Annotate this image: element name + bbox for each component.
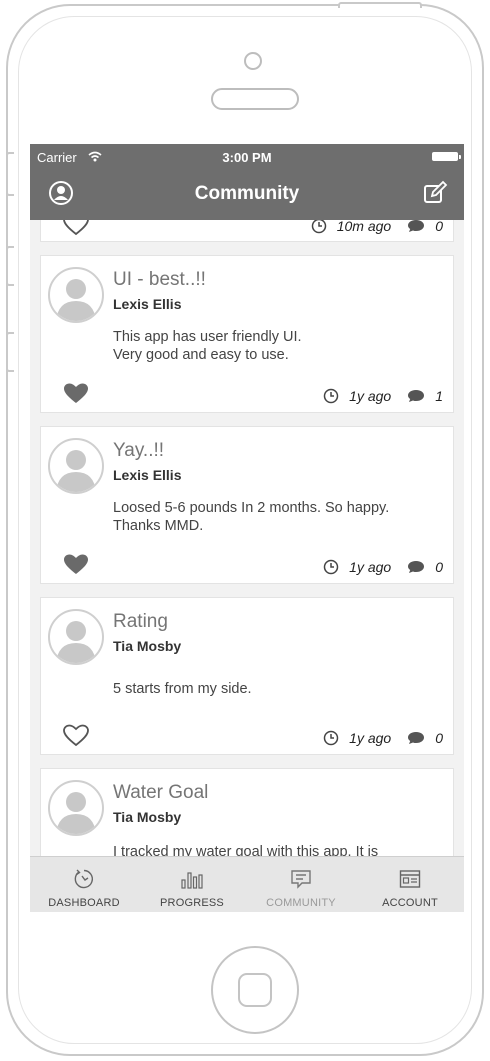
- community-icon: [291, 870, 311, 889]
- post-body-line: This app has user friendly UI.: [113, 329, 302, 345]
- post-card[interactable]: Yay..!! Lexis Ellis Loosed 5-6 pounds In…: [40, 426, 454, 584]
- compose-icon[interactable]: [422, 180, 448, 206]
- post-card[interactable]: 10m ago 0: [40, 220, 454, 242]
- comment-count: 0: [435, 220, 443, 234]
- comment-icon[interactable]: [407, 731, 425, 745]
- post-meta: 1y ago 1: [323, 386, 443, 406]
- post-author[interactable]: Lexis Ellis: [113, 296, 181, 312]
- tab-dashboard[interactable]: DASHBOARD: [30, 857, 138, 912]
- post-time: 1y ago: [349, 559, 392, 575]
- volume-down-button: [6, 332, 14, 372]
- comment-count: 1: [435, 388, 443, 404]
- app-header: Carrier 3:00 PM Community: [30, 144, 464, 220]
- user-placeholder-icon: [56, 792, 96, 834]
- clock-icon: [323, 388, 339, 404]
- comment-icon[interactable]: [407, 220, 425, 233]
- home-button-square: [238, 973, 272, 1007]
- post-card[interactable]: Rating Tia Mosby 5 starts from my side. …: [40, 597, 454, 755]
- like-outline-icon[interactable]: [63, 724, 89, 748]
- tab-progress[interactable]: PROGRESS: [138, 857, 246, 912]
- post-author[interactable]: Tia Mosby: [113, 809, 181, 825]
- comment-icon[interactable]: [407, 560, 425, 574]
- post-card[interactable]: UI - best..!! Lexis Ellis This app has u…: [40, 255, 454, 413]
- post-body-line: Loosed 5-6 pounds In 2 months. So happy.: [113, 500, 390, 516]
- post-body-line: I tracked my water goal with this app. I…: [113, 844, 379, 856]
- post-meta: 1y ago 0: [323, 728, 443, 748]
- front-camera: [244, 52, 262, 70]
- post-title: Water Goal: [113, 782, 209, 803]
- post-body: This app has user friendly UI. Very good…: [113, 328, 445, 364]
- tab-label: PROGRESS: [160, 897, 224, 909]
- post-author[interactable]: Lexis Ellis: [113, 467, 181, 483]
- tab-label: DASHBOARD: [48, 897, 120, 909]
- like-filled-icon[interactable]: [63, 553, 89, 577]
- like-outline-icon[interactable]: [63, 220, 89, 237]
- tab-label: COMMUNITY: [266, 897, 336, 909]
- user-placeholder-icon: [56, 279, 96, 321]
- volume-up-button: [6, 246, 14, 286]
- post-meta: 10m ago 0: [311, 220, 443, 236]
- avatar: [48, 609, 104, 665]
- post-meta: 1y ago 0: [323, 557, 443, 577]
- post-time: 1y ago: [349, 388, 392, 404]
- post-body-line: Very good and easy to use.: [113, 347, 289, 363]
- status-bar: Carrier 3:00 PM: [30, 150, 464, 166]
- user-placeholder-icon: [56, 450, 96, 492]
- post-title: UI - best..!!: [113, 269, 206, 290]
- post-body: I tracked my water goal with this app. I…: [113, 843, 445, 856]
- post-time: 1y ago: [349, 730, 392, 746]
- post-feed[interactable]: 10m ago 0 UI - best..!! Lexis Ellis This…: [30, 220, 464, 856]
- tab-bar: DASHBOARD PROGRESS COMMUNITY ACCOUNT: [30, 856, 464, 912]
- app-screen: Carrier 3:00 PM Community 10m ago 0 UI -…: [30, 144, 464, 912]
- post-body: Loosed 5-6 pounds In 2 months. So happy.…: [113, 499, 445, 535]
- avatar: [48, 438, 104, 494]
- post-body-line: Thanks MMD.: [113, 518, 204, 534]
- account-icon: [399, 870, 421, 888]
- clock-icon: [311, 220, 326, 234]
- comment-count: 0: [435, 559, 443, 575]
- earpiece-speaker: [211, 88, 299, 110]
- page-title: Community: [194, 183, 300, 204]
- clock-icon: [323, 730, 339, 746]
- power-button: [338, 2, 422, 8]
- clock-icon: [323, 559, 339, 575]
- like-filled-icon[interactable]: [63, 382, 89, 406]
- avatar: [48, 780, 104, 836]
- post-body-line: 5 starts from my side.: [113, 681, 252, 697]
- dashboard-icon: [74, 869, 93, 889]
- tab-label: ACCOUNT: [382, 897, 438, 909]
- home-button[interactable]: [211, 946, 299, 1034]
- mute-switch: [6, 152, 14, 196]
- comment-count: 0: [435, 730, 443, 746]
- post-body: 5 starts from my side.: [113, 680, 445, 698]
- post-card[interactable]: Water Goal Tia Mosby I tracked my water …: [40, 768, 454, 856]
- post-title: Rating: [113, 611, 168, 632]
- post-author[interactable]: Tia Mosby: [113, 638, 181, 654]
- avatar: [48, 267, 104, 323]
- comment-icon[interactable]: [407, 389, 425, 403]
- progress-icon: [181, 872, 203, 889]
- battery-icon: [432, 152, 461, 161]
- tab-account[interactable]: ACCOUNT: [356, 857, 464, 912]
- user-placeholder-icon: [56, 621, 96, 663]
- status-time: 3:00 PM: [222, 150, 272, 165]
- tab-community[interactable]: COMMUNITY: [247, 857, 355, 912]
- post-title: Yay..!!: [113, 440, 165, 461]
- post-time: 10m ago: [336, 220, 392, 234]
